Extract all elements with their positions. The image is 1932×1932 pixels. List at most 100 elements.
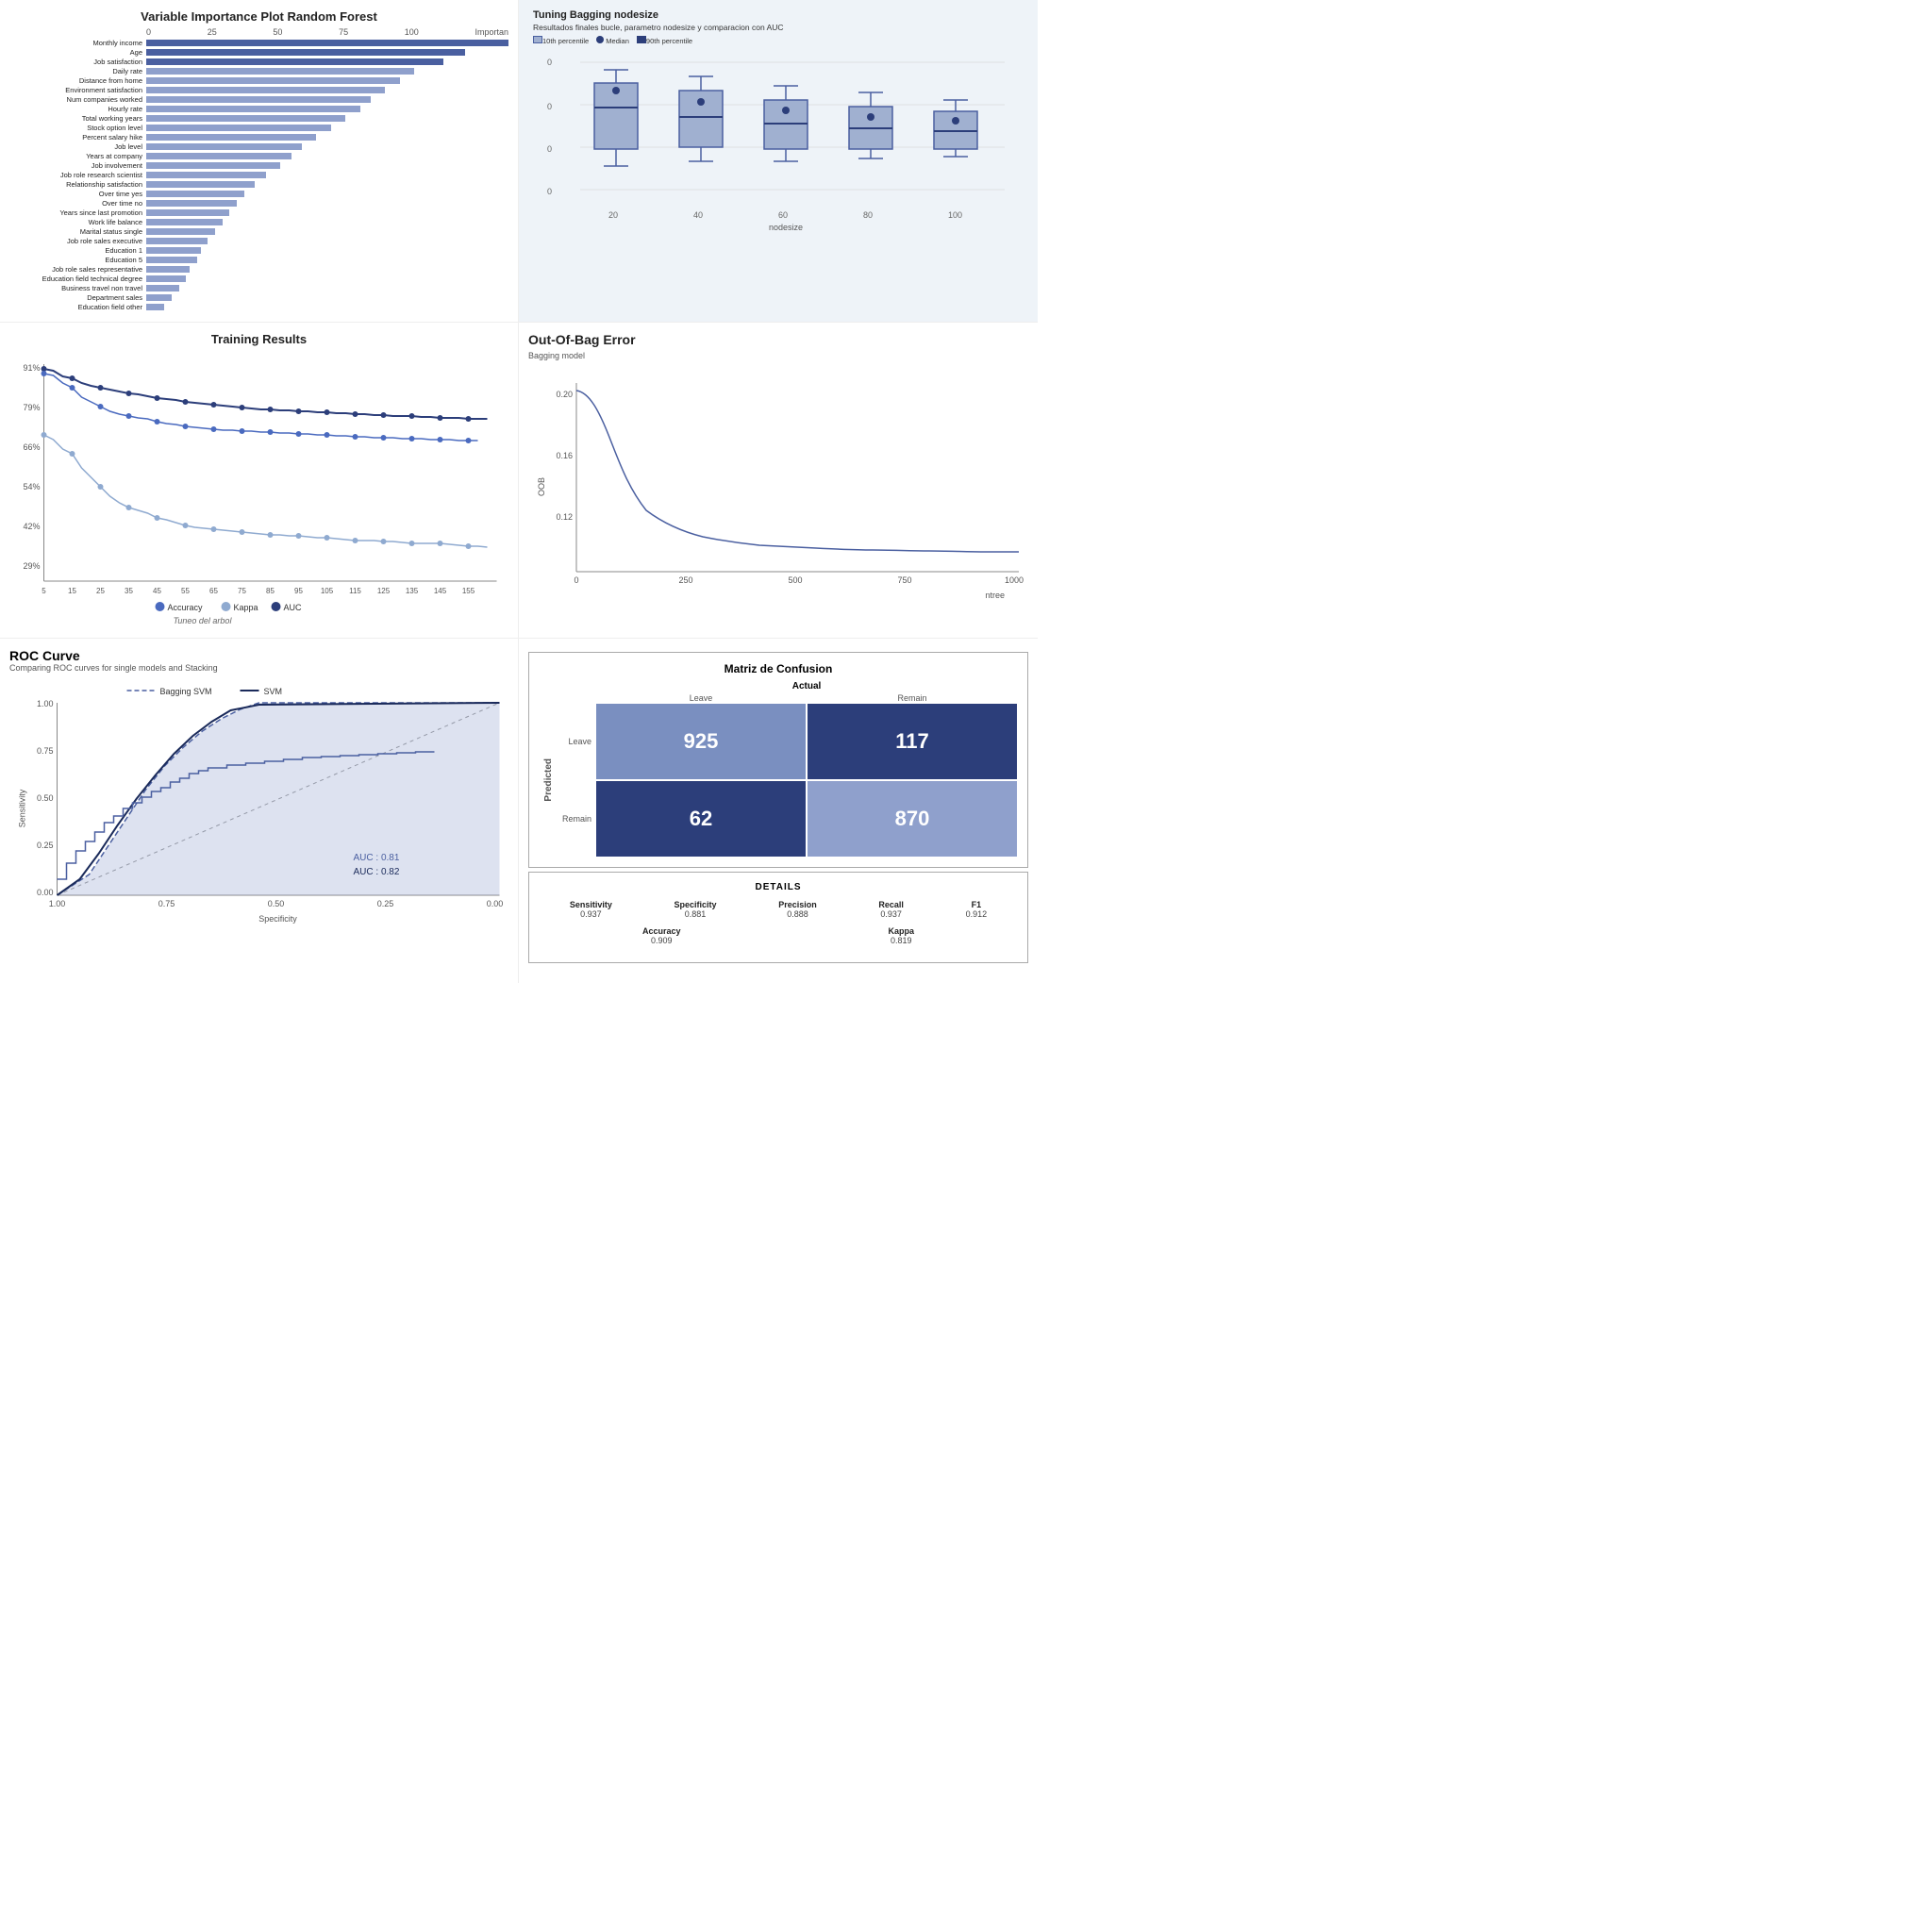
vi-row: Education field technical degree (9, 275, 508, 283)
vi-title: Variable Importance Plot Random Forest (9, 9, 508, 24)
svg-text:25: 25 (96, 587, 105, 595)
cm-actual-header: Actual (539, 681, 1018, 691)
cm-predicted-wrapper: Predicted (539, 703, 558, 858)
vi-row-label: Monthly income (9, 39, 146, 47)
vi-row: Years at company (9, 152, 508, 160)
svg-text:0.12: 0.12 (556, 512, 573, 522)
vi-row: Education field other (9, 303, 508, 311)
svg-text:0.50: 0.50 (37, 793, 54, 803)
vi-bar-container (146, 96, 508, 103)
vi-row-label: Job satisfaction (9, 58, 146, 66)
svg-text:Tuneo del arbol: Tuneo del arbol (174, 616, 233, 625)
percentile90-box (637, 36, 646, 43)
svg-text:500: 500 (788, 575, 802, 585)
vi-bar (146, 304, 164, 310)
svg-text:nodesize: nodesize (769, 223, 803, 232)
vi-bar-container (146, 153, 508, 159)
vi-row-label: Years since last promotion (9, 208, 146, 217)
vi-bar-container (146, 228, 508, 235)
vi-row-label: Marital status single (9, 227, 146, 236)
vi-row-label: Daily rate (9, 67, 146, 75)
details-f1: F1 0.912 (966, 900, 988, 919)
roc-subtitle: Comparing ROC curves for single models a… (9, 663, 508, 673)
svg-text:40: 40 (693, 210, 703, 220)
svg-text:75: 75 (238, 587, 246, 595)
svg-text:91%: 91% (23, 363, 40, 373)
vi-bar-container (146, 266, 508, 273)
vi-row-label: Job role sales representative (9, 265, 146, 274)
svg-text:AUC: AUC (284, 603, 303, 612)
details-metrics-row: Sensitivity 0.937 Specificity 0.881 Prec… (539, 900, 1018, 919)
svg-text:AUC : 0.81: AUC : 0.81 (354, 853, 400, 863)
svg-text:85: 85 (266, 587, 275, 595)
vi-row-label: Job role sales executive (9, 237, 146, 245)
cm-predicted-remain: Remain (558, 780, 595, 858)
vi-row-label: Education 1 (9, 246, 146, 255)
vi-row: Education 1 (9, 246, 508, 255)
vi-bar-container (146, 49, 508, 56)
vi-row: Over time no (9, 199, 508, 208)
svg-text:125: 125 (377, 587, 391, 595)
vi-row: Daily rate (9, 67, 508, 75)
confusion-matrix-panel: Matriz de Confusion Actual Leave Remain … (519, 639, 1038, 983)
vi-bar (146, 247, 201, 254)
cm-cells: Leave 925 117 Remain 62 870 (558, 703, 1018, 858)
tuning-subtitle: Resultados finales bucle, parametro node… (533, 23, 1024, 32)
percentile10-box (533, 36, 542, 43)
vi-row-label: Years at company (9, 152, 146, 160)
vi-row: Job role sales executive (9, 237, 508, 245)
cm-row-leave: Leave 925 117 (558, 703, 1018, 780)
svg-text:65: 65 (209, 587, 218, 595)
vi-bar-container (146, 257, 508, 263)
vi-bar (146, 143, 302, 150)
svg-text:20: 20 (608, 210, 618, 220)
svg-text:Sensitivity: Sensitivity (18, 789, 27, 827)
tr-title: Training Results (9, 332, 508, 346)
vi-row: Marital status single (9, 227, 508, 236)
vi-bar (146, 257, 197, 263)
vi-row: Education 5 (9, 256, 508, 264)
svg-text:79%: 79% (23, 403, 40, 412)
vi-bar-container (146, 134, 508, 141)
vi-row-label: Job role research scientist (9, 171, 146, 179)
vi-bar-container (146, 191, 508, 197)
confusion-matrix: Matriz de Confusion Actual Leave Remain … (528, 652, 1028, 868)
details-accuracy-row: Accuracy 0.909 Kappa 0.819 (539, 926, 1018, 945)
training-results-svg: 91% 79% 66% 54% 42% 29% 5 15 25 35 45 55… (9, 350, 508, 624)
svg-text:1.00: 1.00 (37, 699, 54, 708)
vi-bar (146, 49, 465, 56)
oob-svg: OOB 0.20 0.16 0.12 0 250 500 750 1000 nt… (528, 364, 1028, 609)
vi-rows: Monthly incomeAgeJob satisfactionDaily r… (9, 39, 508, 311)
vi-bar-container (146, 209, 508, 216)
svg-text:29%: 29% (23, 561, 40, 571)
cm-predicted-leave: Leave (558, 703, 595, 780)
vi-bar (146, 106, 360, 112)
vi-bar-container (146, 106, 508, 112)
vi-x-axis: 0 25 50 75 100 Importan (9, 27, 508, 37)
oob-title: Out-Of-Bag Error (528, 332, 1028, 347)
vi-bar (146, 181, 255, 188)
svg-text:145: 145 (434, 587, 447, 595)
svg-text:1.00: 1.00 (49, 899, 66, 908)
vi-row-label: Job involvement (9, 161, 146, 170)
vi-row: Distance from home (9, 76, 508, 85)
vi-bar (146, 266, 190, 273)
svg-text:ntree: ntree (985, 591, 1005, 600)
vi-row-label: Stock option level (9, 124, 146, 132)
vi-row-label: Num companies worked (9, 95, 146, 104)
oob-subtitle: Bagging model (528, 351, 1028, 360)
vi-row: Job role sales representative (9, 265, 508, 274)
vi-importan-label: Importan (475, 27, 508, 37)
vi-bar (146, 96, 371, 103)
vi-bar (146, 153, 291, 159)
svg-text:55: 55 (181, 587, 190, 595)
vi-bar-container (146, 172, 508, 178)
percentile90-label: 90th percentile (646, 37, 692, 45)
vi-tick-50: 50 (273, 27, 282, 37)
svg-text:0.25: 0.25 (37, 841, 54, 850)
svg-text:AUC : 0.82: AUC : 0.82 (354, 867, 400, 877)
vi-bar (146, 228, 215, 235)
vi-bar (146, 275, 186, 282)
vi-row-label: Department sales (9, 293, 146, 302)
cm-actual-leave: Leave (595, 693, 807, 703)
